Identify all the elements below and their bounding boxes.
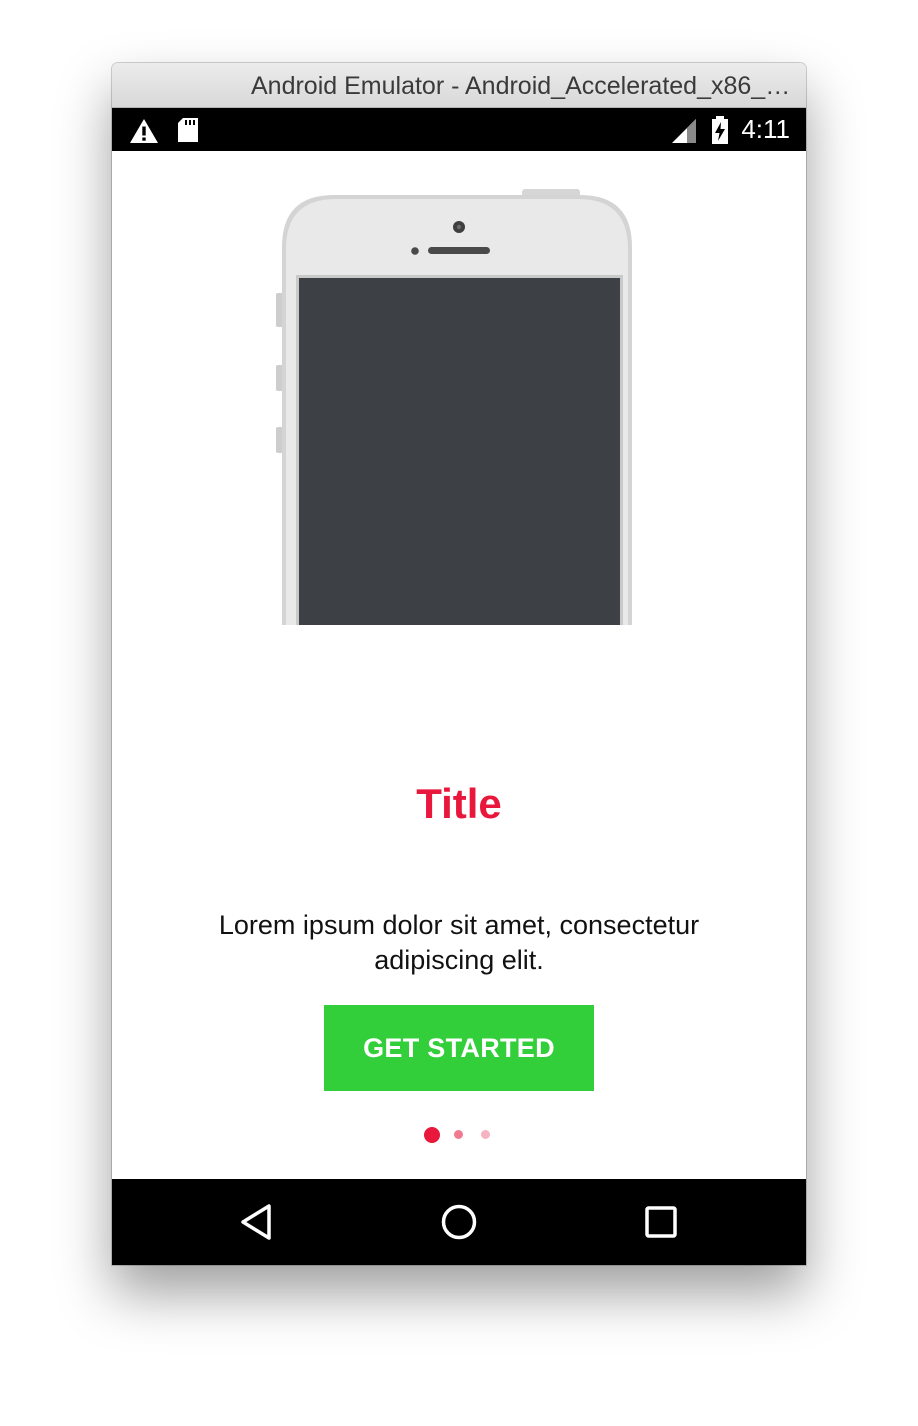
recents-icon: [645, 1206, 677, 1238]
smartphone-illustration-icon: [276, 189, 632, 625]
navigation-bar: [112, 1179, 806, 1265]
page-dot[interactable]: [454, 1130, 463, 1139]
home-button[interactable]: [434, 1197, 484, 1247]
recents-button[interactable]: [636, 1197, 686, 1247]
get-started-button[interactable]: GET STARTED: [324, 1005, 594, 1091]
back-icon: [241, 1204, 271, 1240]
battery-charging-icon: [712, 116, 728, 144]
page-dot-active[interactable]: [424, 1127, 440, 1143]
signal-icon: [672, 119, 696, 143]
page-dot[interactable]: [481, 1130, 490, 1139]
back-button[interactable]: [232, 1197, 282, 1247]
status-clock: 4:11: [741, 114, 790, 144]
onboarding-title: Title: [416, 780, 502, 827]
home-icon: [441, 1204, 477, 1240]
window-title: Android Emulator - Android_Accelerated_x…: [251, 72, 791, 100]
sd-card-icon: [178, 118, 198, 142]
status-bar: 4:11: [112, 108, 806, 151]
page-indicator: [112, 1119, 806, 1149]
emulator-window: Android Emulator - Android_Accelerated_x…: [112, 63, 806, 1265]
onboarding-description: Lorem ipsum dolor sit amet, consectetur …: [218, 910, 700, 975]
window-titlebar[interactable]: Android Emulator - Android_Accelerated_x…: [112, 63, 806, 108]
warning-icon: [130, 119, 158, 143]
onboarding-screen: Title Lorem ipsum dolor sit amet, consec…: [112, 151, 806, 1179]
